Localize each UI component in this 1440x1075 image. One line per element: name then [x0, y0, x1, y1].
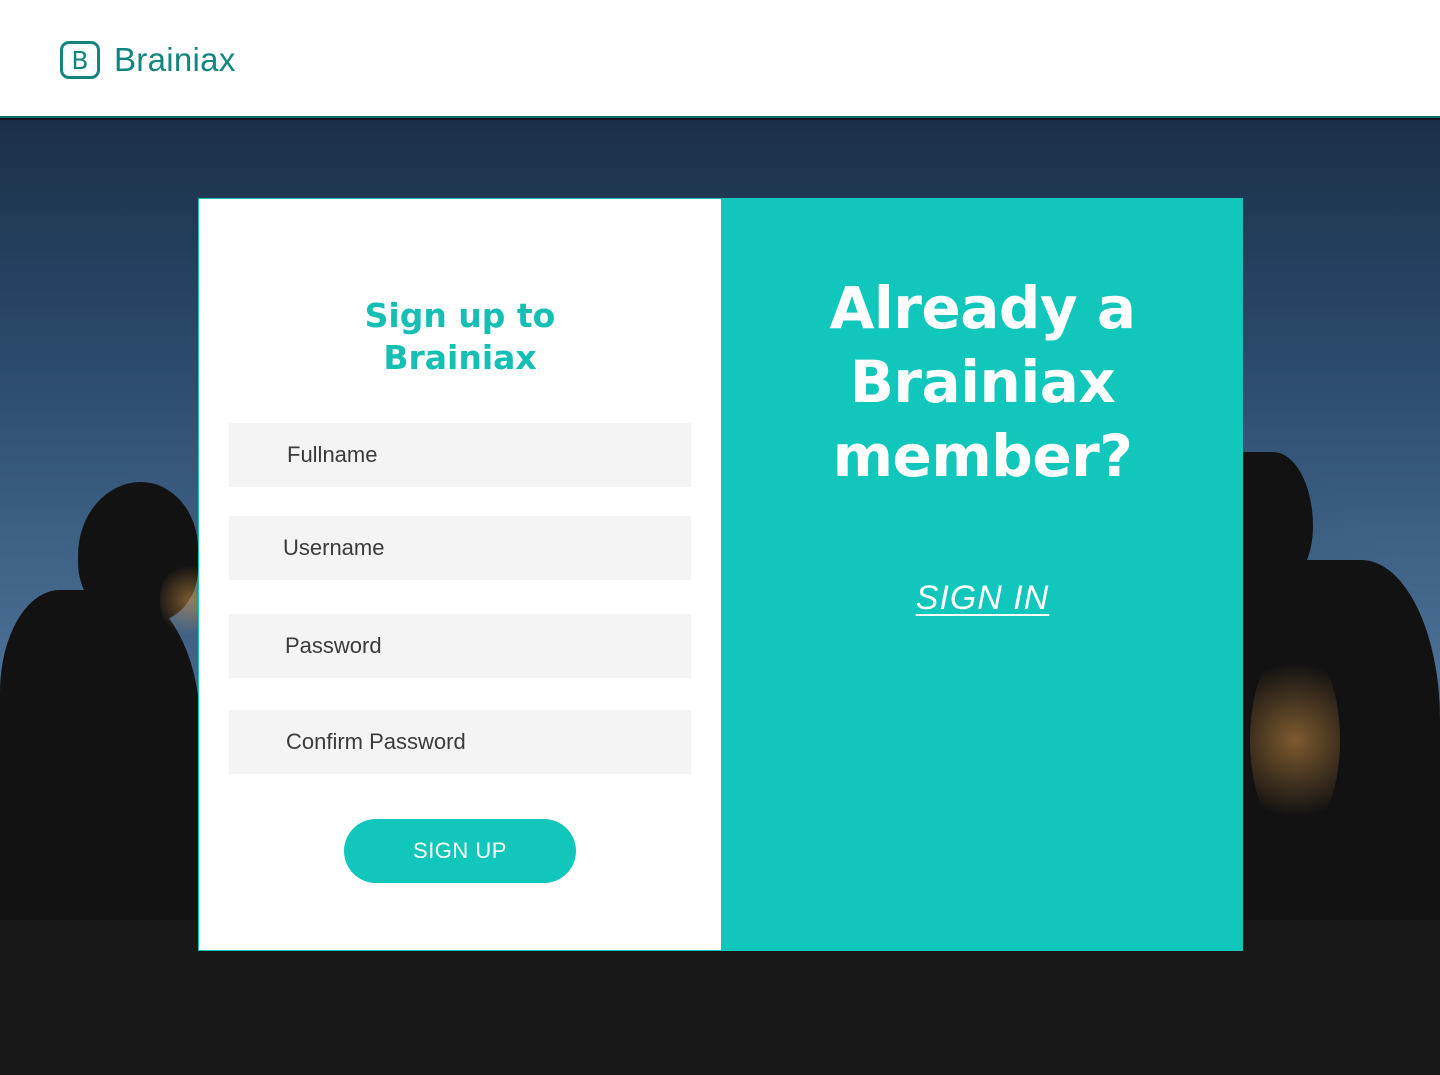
password-input[interactable] — [229, 614, 691, 678]
top-header: B Brainiax — [0, 0, 1440, 118]
confirm-password-input[interactable] — [229, 710, 691, 774]
brand[interactable]: B Brainiax — [60, 40, 236, 80]
brand-logo-letter: B — [71, 45, 89, 75]
signup-panel: Sign up to Brainiax SIGN UP — [199, 199, 721, 950]
fullname-input[interactable] — [229, 423, 691, 487]
signup-title: Sign up to Brainiax — [199, 295, 721, 379]
signin-link[interactable]: SIGN IN — [721, 579, 1244, 618]
left-person-body-silhouette — [0, 590, 200, 930]
signin-title-line-1: Already a — [829, 274, 1136, 342]
signup-button[interactable]: SIGN UP — [344, 819, 576, 883]
signin-title-line-3: member? — [832, 422, 1133, 490]
signup-title-line-2: Brainiax — [383, 338, 537, 377]
signin-title-line-2: Brainiax — [849, 348, 1116, 416]
username-input[interactable] — [229, 516, 691, 580]
brand-name: Brainiax — [114, 41, 236, 78]
right-person-hair-light — [1250, 640, 1340, 840]
signup-title-line-1: Sign up to — [364, 296, 556, 335]
signin-panel-title: Already a Brainiax member? — [721, 271, 1244, 493]
brainiax-logo-icon: B — [60, 41, 100, 79]
signin-panel: Already a Brainiax member? SIGN IN — [721, 199, 1242, 950]
auth-card: Sign up to Brainiax SIGN UP Already a Br… — [198, 198, 1243, 951]
